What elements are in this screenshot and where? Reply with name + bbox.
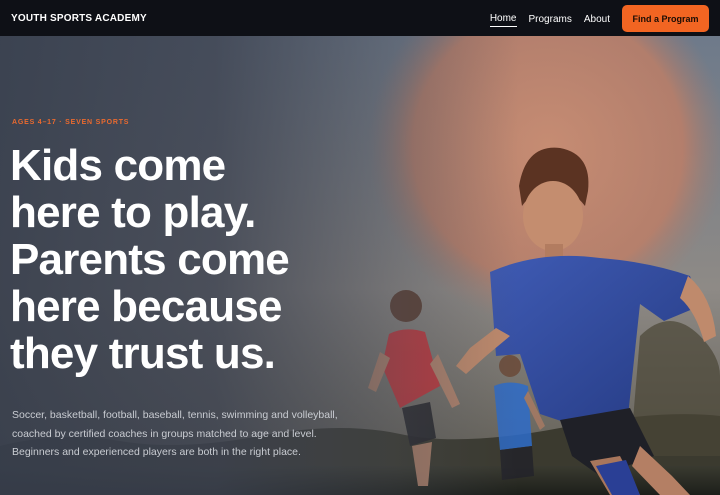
find-program-button[interactable]: Find a Program bbox=[622, 5, 709, 32]
nav-link-home[interactable]: Home bbox=[489, 9, 517, 27]
page: YOUTH SPORTS ACADEMY Home Programs About… bbox=[0, 0, 720, 495]
hero-headline: Kids come here to play. Parents come her… bbox=[10, 142, 390, 377]
brand-logo[interactable]: YOUTH SPORTS ACADEMY bbox=[11, 13, 147, 24]
hero-section: AGES 4–17 · SEVEN SPORTS Kids come here … bbox=[0, 36, 720, 495]
top-nav: YOUTH SPORTS ACADEMY Home Programs About… bbox=[0, 0, 720, 36]
nav-link-programs[interactable]: Programs bbox=[529, 10, 572, 27]
nav-links: Home Programs About bbox=[489, 0, 610, 36]
headline-line: they trust us. bbox=[10, 329, 276, 378]
hero-eyebrow: AGES 4–17 · SEVEN SPORTS bbox=[12, 119, 130, 126]
headline-line: here because bbox=[10, 282, 282, 331]
nav-link-about[interactable]: About bbox=[584, 10, 610, 27]
headline-line: here to play. bbox=[10, 188, 256, 237]
headline-line: Kids come bbox=[10, 141, 226, 190]
headline-line: Parents come bbox=[10, 235, 290, 284]
hero-description: Soccer, basketball, football, baseball, … bbox=[12, 409, 338, 458]
